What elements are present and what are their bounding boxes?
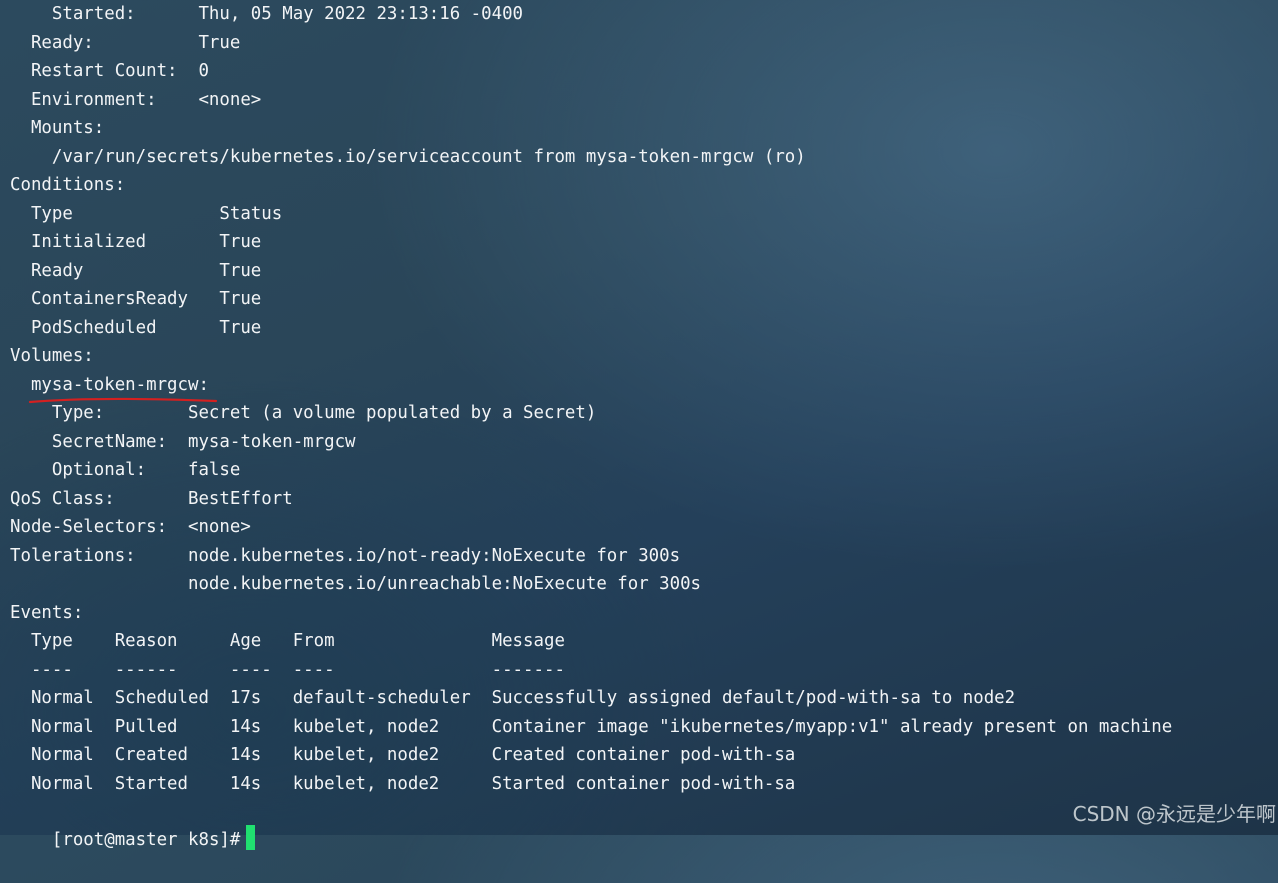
terminal-line: node.kubernetes.io/unreachable:NoExecute… [10,574,702,594]
terminal-line: /var/run/secrets/kubernetes.io/serviceac… [10,146,806,167]
text-cursor [246,825,256,850]
terminal-line: Optional: false [10,460,241,480]
terminal-line: QoS Class: BestEffort [10,488,293,509]
terminal-line: Conditions: [10,175,126,195]
terminal-line: Started: Thu, 05 May 2022 23:13:16 -0400 [10,4,524,24]
terminal-line: Mounts: [10,118,105,138]
csdn-watermark: CSDN @永远是少年啊 [1072,802,1276,826]
terminal-line: Volumes: [10,346,94,366]
terminal-line: ---- ------ ---- ---- ------- [10,659,565,680]
terminal-line: Ready True [10,260,262,281]
terminal-line: Events: [10,602,84,623]
terminal-line: Type Status [10,203,283,224]
terminal-line: Node-Selectors: <none> [10,517,251,537]
terminal-line: Restart Count: 0 [10,61,209,81]
terminal-line: Ready: True [10,32,241,53]
terminal-line: Normal Pulled 14s kubelet, node2 Contain… [10,716,1173,737]
terminal-line: Environment: <none> [10,89,262,110]
terminal-line: Initialized True [10,232,262,252]
terminal-line: ContainersReady True [10,289,262,309]
terminal-line: Normal Scheduled 17s default-scheduler S… [10,688,1016,708]
terminal-line: Normal Created 14s kubelet, node2 Create… [10,745,796,765]
terminal-line-highlighted: mysa-token-mrgcw: [10,374,209,395]
terminal-line: Type Reason Age From Message [10,631,565,651]
terminal-line: Normal Started 14s kubelet, node2 Starte… [10,773,796,794]
red-underline-annotation [28,397,218,404]
terminal-line: Tolerations: node.kubernetes.io/not-read… [10,545,681,566]
terminal-line: PodScheduled True [10,317,262,338]
terminal-output[interactable]: Started: Thu, 05 May 2022 23:13:16 -0400… [10,0,1270,850]
shell-prompt-line[interactable]: [root@master k8s]# [10,797,256,850]
shell-prompt: [root@master k8s]# [51,829,241,850]
terminal-line: SecretName: mysa-token-mrgcw [10,431,356,452]
